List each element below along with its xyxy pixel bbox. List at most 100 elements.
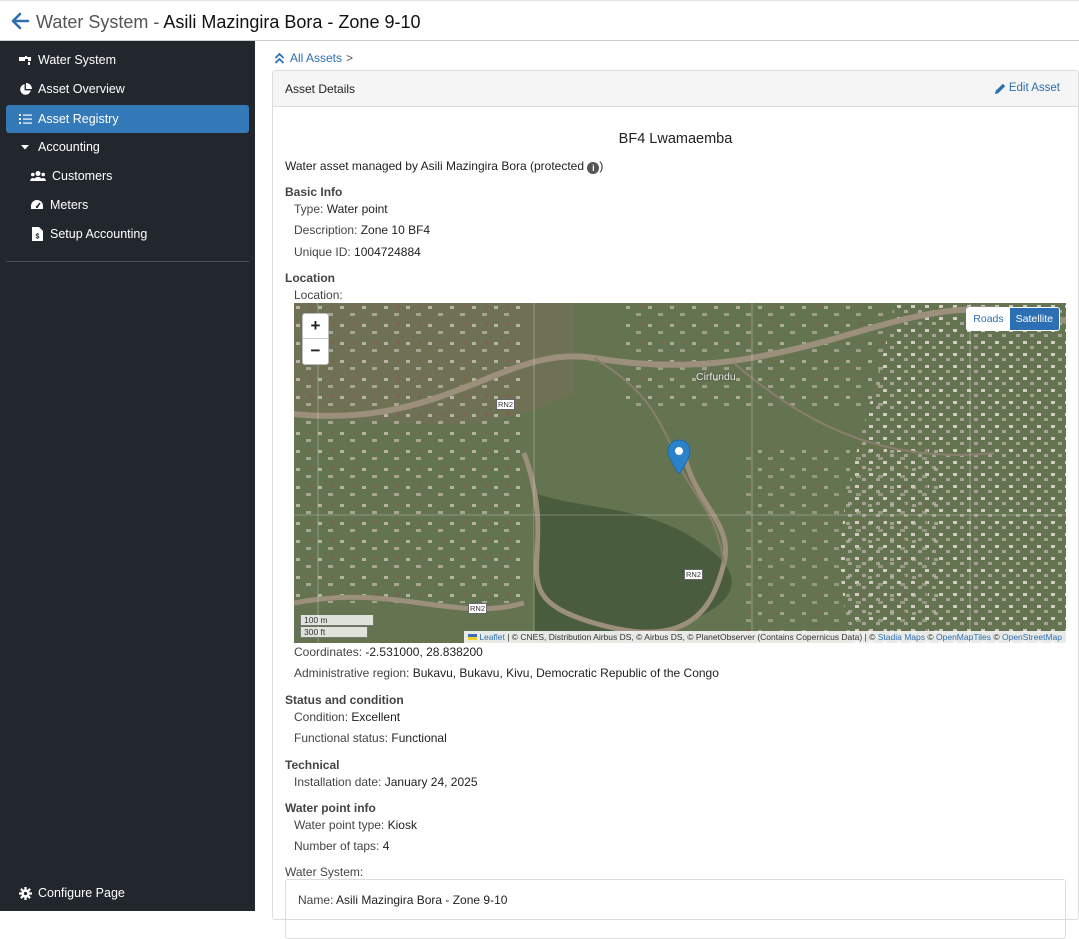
sidebar-item-label: Asset Overview bbox=[38, 82, 125, 96]
install-label: Installation date: bbox=[294, 775, 382, 789]
attribution-sep: © bbox=[925, 632, 937, 642]
attribution-text: | © CNES, Distribution Airbus DS, © Airb… bbox=[504, 632, 878, 642]
place-label: Cirfundu bbox=[696, 371, 736, 383]
wp-type-value: Kiosk bbox=[387, 818, 417, 832]
edit-asset-label: Edit Asset bbox=[1008, 82, 1060, 94]
sidebar-item-label: Accounting bbox=[38, 140, 100, 154]
breadcrumb: All Assets > bbox=[274, 51, 353, 65]
sidebar-item-label: Water System bbox=[38, 53, 117, 67]
taps-value: 4 bbox=[382, 839, 390, 853]
title-prefix: Water System bbox=[36, 12, 149, 32]
panel-heading: Asset Details bbox=[285, 82, 356, 96]
coordinates-row: Coordinates: -2.531000, 28.838200 bbox=[294, 645, 483, 659]
gauge-icon bbox=[30, 198, 44, 212]
back-arrow-icon[interactable] bbox=[10, 11, 30, 31]
sidebar-item-asset-overview[interactable]: Asset Overview bbox=[6, 75, 249, 103]
install-row: Installation date: January 24, 2025 bbox=[294, 775, 478, 789]
pencil-icon bbox=[994, 83, 1006, 94]
title-system-name: Asili Mazingira Bora - Zone 9-10 bbox=[163, 12, 421, 32]
asset-details-panel: Asset Details Edit Asset BF4 Lwamaemba W… bbox=[272, 70, 1079, 939]
main-content: All Assets > Asset Details Edit Asset BF… bbox=[255, 41, 1079, 939]
leaflet-link[interactable]: Leaflet bbox=[479, 632, 505, 642]
condition-label: Condition: bbox=[294, 710, 349, 724]
configure-page-label: Configure Page bbox=[38, 886, 125, 900]
sidebar: Water System Asset Overview Asset Regist… bbox=[0, 41, 255, 911]
caret-down-icon bbox=[18, 140, 32, 154]
openstreetmap-link[interactable]: OpenStreetMap bbox=[1002, 632, 1062, 642]
ws-name-value: Asili Mazingira Bora - Zone 9-10 bbox=[336, 893, 508, 907]
roads-layer-button[interactable]: Roads bbox=[967, 308, 1010, 330]
satellite-layer-button[interactable]: Satellite bbox=[1009, 308, 1059, 330]
ukraine-flag-icon bbox=[467, 634, 477, 640]
wp-type-label: Water point type: bbox=[294, 818, 385, 832]
functional-label: Functional status: bbox=[294, 731, 389, 745]
section-technical: Technical bbox=[285, 758, 340, 772]
scale-metric: 100 m bbox=[300, 615, 374, 626]
install-value: January 24, 2025 bbox=[384, 775, 478, 789]
openmaptiles-link[interactable]: OpenMapTiles bbox=[936, 632, 991, 642]
zoom-out-button[interactable]: − bbox=[303, 339, 328, 364]
wp-type-row: Water point type: Kiosk bbox=[294, 818, 417, 832]
section-location: Location bbox=[285, 271, 335, 285]
condition-row: Condition: Excellent bbox=[294, 710, 400, 724]
water-system-box: Name: Asili Mazingira Bora - Zone 9-10 bbox=[285, 879, 1066, 939]
sidebar-item-label: Setup Accounting bbox=[50, 227, 148, 241]
unique-id-value: 1004724884 bbox=[354, 245, 421, 259]
breadcrumb-all-assets-link[interactable]: All Assets bbox=[290, 51, 342, 65]
sidebar-item-customers[interactable]: Customers bbox=[6, 162, 249, 190]
taps-label: Number of taps: bbox=[294, 839, 380, 853]
ws-name-label: Name: bbox=[298, 893, 334, 907]
page-title: Water System - Asili Mazingira Bora - Zo… bbox=[36, 12, 420, 33]
location-row: Location: bbox=[294, 288, 343, 302]
type-row: Type: Water point bbox=[294, 202, 388, 216]
stadia-maps-link[interactable]: Stadia Maps bbox=[878, 632, 925, 642]
section-basic-info: Basic Info bbox=[285, 185, 343, 199]
asset-name: BF4 Lwamaemba bbox=[618, 131, 733, 147]
sidebar-divider bbox=[6, 261, 249, 262]
location-label: Location: bbox=[294, 288, 343, 302]
unique-id-row: Unique ID: 1004724884 bbox=[294, 245, 421, 259]
coordinates-value: -2.531000, 28.838200 bbox=[365, 645, 483, 659]
sidebar-item-asset-registry[interactable]: Asset Registry bbox=[6, 105, 249, 133]
svg-text:$: $ bbox=[35, 234, 39, 241]
condition-value: Excellent bbox=[351, 710, 401, 724]
unique-id-label: Unique ID: bbox=[294, 245, 351, 259]
water-system-label: Water System: bbox=[285, 865, 364, 879]
attribution-sep: © bbox=[990, 632, 1002, 642]
double-chevron-up-icon bbox=[274, 52, 285, 64]
road-label: RN2 bbox=[468, 603, 488, 614]
type-label: Type: bbox=[294, 202, 324, 216]
sidebar-item-water-system[interactable]: Water System bbox=[6, 46, 249, 74]
sidebar-item-accounting[interactable]: Accounting bbox=[6, 133, 249, 161]
functional-row: Functional status: Functional bbox=[294, 731, 447, 745]
region-label: Administrative region: bbox=[294, 666, 410, 680]
edit-asset-button[interactable]: Edit Asset bbox=[994, 82, 1060, 94]
managed-by-close: ) bbox=[599, 159, 604, 173]
gear-icon bbox=[18, 886, 32, 900]
breadcrumb-separator: > bbox=[346, 51, 354, 65]
description-row: Description: Zone 10 BF4 bbox=[294, 223, 430, 237]
location-marker-icon[interactable] bbox=[667, 439, 691, 475]
road-label: RN2 bbox=[684, 569, 704, 580]
managed-by-text: Water asset managed by Asili Mazingira B… bbox=[285, 159, 603, 174]
zoom-control: + − bbox=[302, 313, 329, 365]
water-system-heading: Water System: bbox=[285, 865, 363, 879]
users-icon bbox=[30, 169, 46, 183]
configure-page-button[interactable]: Configure Page bbox=[6, 879, 249, 907]
sidebar-item-setup-accounting[interactable]: $ Setup Accounting bbox=[6, 220, 249, 248]
faucet-icon bbox=[18, 53, 32, 67]
sidebar-item-meters[interactable]: Meters bbox=[6, 191, 249, 219]
top-bar: Water System - Asili Mazingira Bora - Zo… bbox=[0, 0, 1079, 41]
pie-chart-icon bbox=[18, 82, 32, 96]
region-value: Bukavu, Bukavu, Kivu, Democratic Republi… bbox=[412, 666, 719, 680]
type-value: Water point bbox=[326, 202, 388, 216]
sidebar-item-label: Meters bbox=[50, 198, 89, 212]
managed-by-label: Water asset managed by Asili Mazingira B… bbox=[285, 159, 585, 173]
scale-imperial: 300 ft bbox=[300, 627, 368, 638]
list-icon bbox=[18, 112, 32, 126]
zoom-in-button[interactable]: + bbox=[303, 314, 328, 339]
title-separator: - bbox=[148, 12, 164, 32]
description-label: Description: bbox=[294, 223, 358, 237]
info-icon[interactable]: i bbox=[587, 162, 600, 174]
location-map[interactable]: Cirfundu RN2 RN2 RN2 + − Roads Satellite… bbox=[294, 303, 1066, 643]
